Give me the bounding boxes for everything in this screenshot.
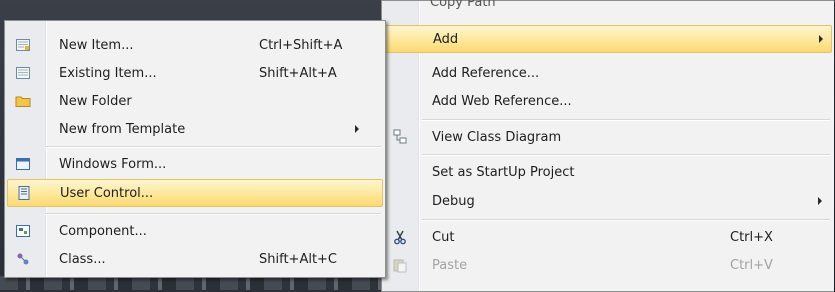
menu-item-label: Class...	[59, 251, 106, 267]
menu-item-copy-path[interactable]: Copy Path	[430, 0, 496, 10]
menu-item-label: Existing Item...	[59, 65, 157, 81]
menu-item-shortcut: Shift+Alt+C	[259, 251, 338, 267]
menu-item-class[interactable]: Class... Shift+Alt+C	[7, 245, 383, 273]
class-diagram-icon	[390, 127, 410, 147]
menu-item-set-as-startup-project[interactable]: Set as StartUp Project	[384, 158, 832, 186]
class-icon	[13, 249, 33, 269]
menu-item-label: Debug	[432, 193, 475, 209]
menu-item-component[interactable]: Component...	[7, 217, 383, 245]
menu-item-label: Add Web Reference...	[432, 93, 572, 109]
paste-icon	[390, 255, 410, 275]
menu-item-label: Cut	[432, 229, 455, 245]
add-submenu: New Item... Ctrl+Shift+A Existing Item..…	[4, 20, 386, 278]
menu-item-existing-item[interactable]: Existing Item... Shift+Alt+A	[7, 59, 383, 87]
windows-form-icon	[13, 154, 33, 174]
menu-item-new-item[interactable]: New Item... Ctrl+Shift+A	[7, 31, 383, 59]
menu-item-shortcut: Ctrl+V	[730, 257, 773, 273]
component-icon	[13, 221, 33, 241]
submenu-arrow-icon	[818, 197, 822, 205]
menu-item-label: Paste	[432, 257, 468, 273]
menu-separator	[422, 119, 830, 121]
menu-item-add-reference[interactable]: Add Reference...	[384, 59, 832, 87]
menu-item-add[interactable]: Add	[384, 25, 832, 53]
menu-separator	[422, 219, 830, 221]
menu-item-label: Add Reference...	[432, 65, 540, 81]
menu-item-new-folder[interactable]: New Folder	[7, 87, 383, 115]
menu-separator	[45, 213, 381, 215]
scissors-icon	[390, 227, 410, 247]
menu-item-label: New Item...	[59, 37, 134, 53]
menu-item-shortcut: Shift+Alt+A	[259, 65, 337, 81]
menu-item-shortcut: Ctrl+Shift+A	[259, 37, 343, 53]
menu-item-label: User Control...	[60, 185, 154, 201]
menu-item-add-web-reference[interactable]: Add Web Reference...	[384, 87, 832, 115]
user-control-icon	[14, 183, 34, 203]
new-item-icon	[13, 35, 33, 55]
menu-item-label: Add	[433, 31, 459, 47]
menu-item-label: New Folder	[59, 93, 132, 109]
menu-item-windows-form[interactable]: Windows Form...	[7, 150, 383, 178]
menu-item-shortcut: Ctrl+X	[730, 229, 773, 245]
menu-item-cut[interactable]: Cut Ctrl+X	[384, 223, 832, 251]
menu-item-debug[interactable]: Debug	[384, 187, 832, 215]
menu-item-user-control[interactable]: User Control...	[7, 179, 383, 207]
menu-separator	[45, 146, 381, 148]
solution-explorer-context-menu: Copy Path Add Add Reference... Add Web R…	[381, 0, 834, 292]
menu-item-label: View Class Diagram	[432, 129, 562, 145]
menu-item-label: New from Template	[59, 121, 186, 137]
menu-separator	[422, 154, 830, 156]
submenu-arrow-icon	[355, 125, 359, 133]
existing-item-icon	[13, 63, 33, 83]
folder-icon	[13, 91, 33, 111]
menu-item-label: Set as StartUp Project	[432, 164, 575, 180]
menu-item-paste[interactable]: Paste Ctrl+V	[384, 251, 832, 279]
submenu-arrow-icon	[819, 35, 823, 43]
menu-item-new-from-template[interactable]: New from Template	[7, 115, 383, 143]
menu-item-label: Windows Form...	[59, 156, 167, 172]
menu-item-view-class-diagram[interactable]: View Class Diagram	[384, 123, 832, 151]
menu-item-label: Component...	[59, 223, 147, 239]
